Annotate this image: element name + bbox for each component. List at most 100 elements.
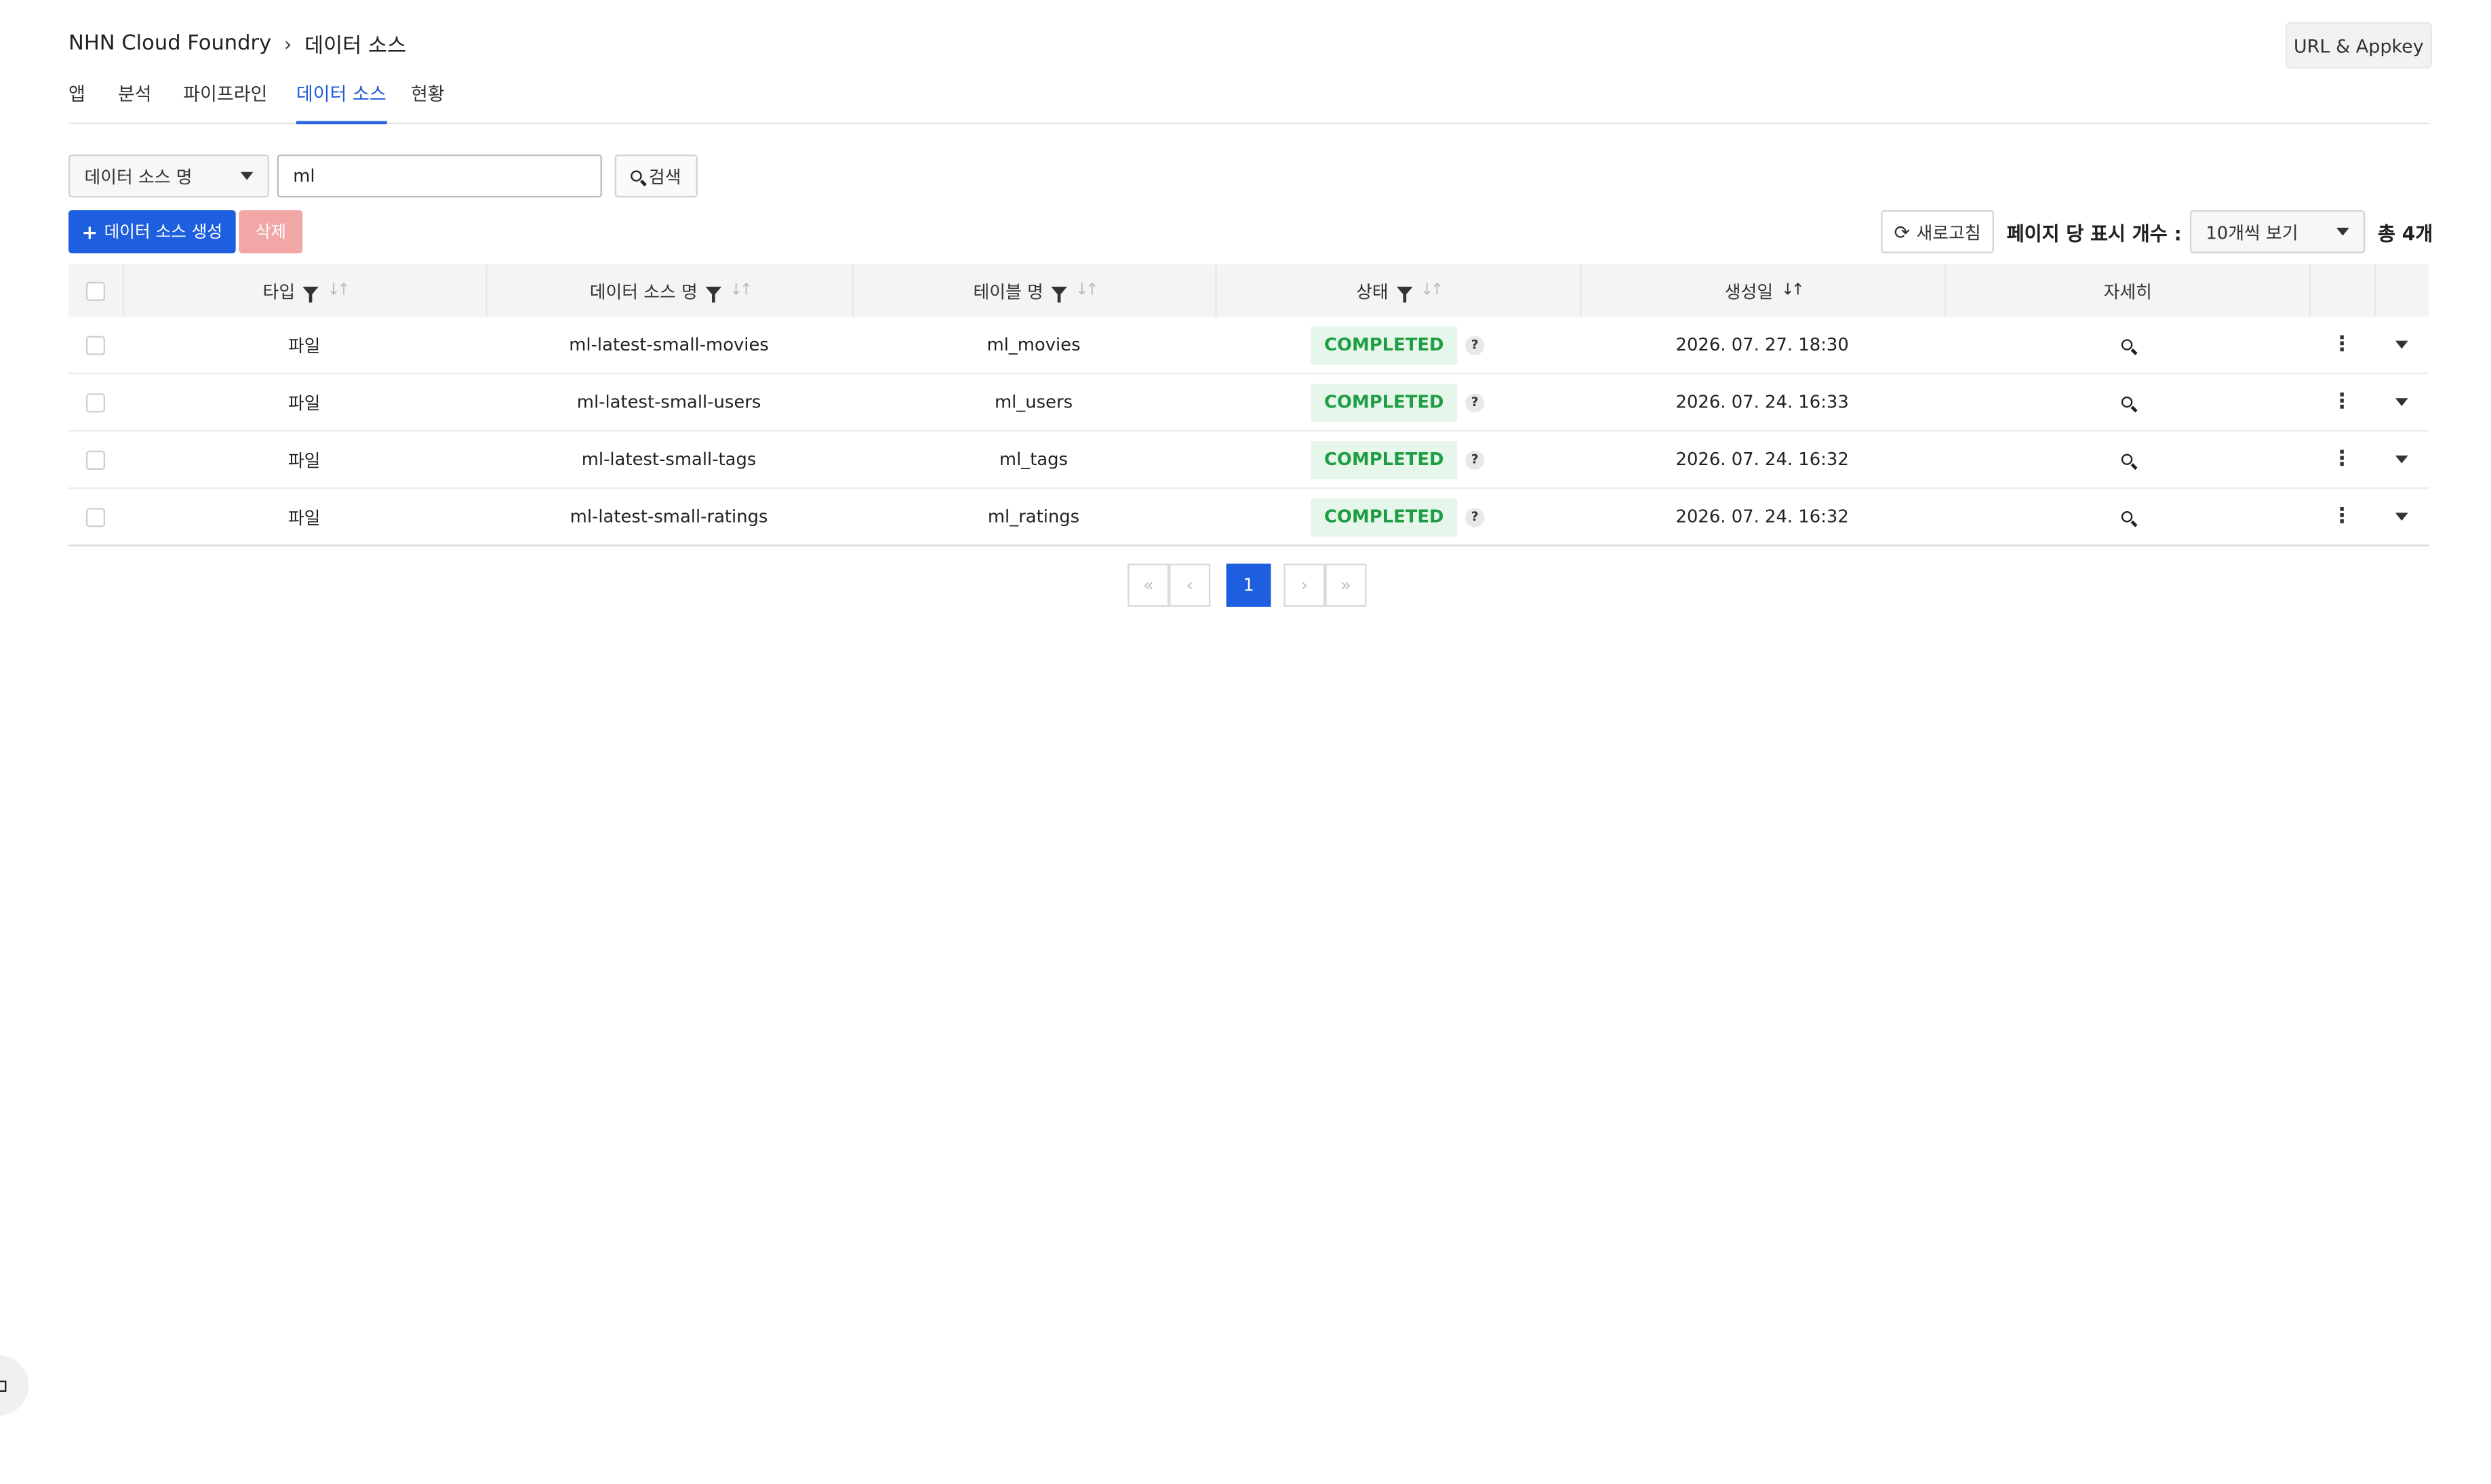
expand-row-icon[interactable] (2395, 398, 2408, 406)
more-options-icon[interactable]: ⋮ (2332, 334, 2353, 355)
help-icon[interactable]: ? (1465, 393, 1485, 412)
per-page-select[interactable]: 10개씩 보기 (2189, 210, 2366, 254)
detail-search-icon[interactable] (2121, 454, 2133, 465)
caret-down-icon (2336, 227, 2349, 236)
breadcrumb-root[interactable]: NHN Cloud Foundry (68, 32, 271, 56)
search-button[interactable]: 검색 (614, 154, 698, 198)
refresh-button-label: 새로고침 (1916, 222, 1981, 243)
expand-row-icon[interactable] (2395, 340, 2408, 349)
table-row[interactable]: 파일 ml-latest-small-users ml_users COMPLE… (68, 374, 2429, 432)
help-icon[interactable]: ? (1465, 507, 1485, 527)
header-status: 상태 ↓↑ (1215, 264, 1580, 317)
breadcrumb: NHN Cloud Foundry › 데이터 소스 (68, 28, 406, 59)
cell-name: ml-latest-small-ratings (570, 506, 768, 527)
page-title: 데이터 소스 (304, 35, 407, 59)
url-appkey-button[interactable]: URL & Appkey (2285, 22, 2432, 69)
header-created-label: 생성일 (1724, 281, 1774, 302)
cell-table-name: ml_tags (999, 449, 1069, 470)
filter-icon[interactable] (302, 285, 319, 302)
detail-search-icon[interactable] (2121, 511, 2133, 523)
detail-search-icon[interactable] (2121, 339, 2133, 350)
cell-type: 파일 (287, 393, 321, 414)
sort-icon[interactable]: ↓↑ (327, 282, 351, 300)
pagination-pages: 1 (1226, 563, 1271, 607)
tab-pipeline[interactable]: 파이프라인 (183, 81, 267, 121)
more-options-icon[interactable]: ⋮ (2332, 506, 2353, 527)
search-button-label: 검색 (648, 166, 681, 188)
sort-icon[interactable]: ↓↑ (1420, 282, 1444, 300)
cell-table-name: ml_movies (987, 334, 1081, 355)
pagination-next: › » (1283, 563, 1367, 607)
expand-row-icon[interactable] (2395, 513, 2408, 521)
header-actions (2309, 264, 2374, 317)
next-page-button[interactable]: › (1283, 563, 1326, 607)
header-type: 타입 ↓↑ (122, 264, 486, 317)
filter-icon[interactable] (705, 285, 722, 302)
sort-icon[interactable]: ↓↑ (730, 282, 753, 300)
search-input[interactable] (277, 154, 602, 198)
header-type-label: 타입 (262, 281, 296, 302)
per-page-label: 페이지 당 표시 개수 : (2006, 222, 2182, 245)
table-row[interactable]: 파일 ml-latest-small-ratings ml_ratings CO… (68, 489, 2429, 546)
cell-type: 파일 (287, 507, 321, 528)
sort-desc-icon[interactable]: ↓↑ (1781, 282, 1805, 300)
row-checkbox[interactable] (85, 507, 106, 527)
page-number-button[interactable]: 1 (1226, 563, 1271, 607)
header-status-label: 상태 (1356, 281, 1389, 302)
help-icon[interactable]: ? (1465, 449, 1485, 469)
cell-type: 파일 (287, 449, 321, 471)
tab-datasource[interactable]: 데이터 소스 (296, 81, 386, 125)
status-badge: COMPLETED (1311, 325, 1458, 364)
create-button-label: 데이터 소스 생성 (104, 222, 223, 243)
cell-table-name: ml_ratings (987, 506, 1080, 527)
per-page-value: 10개씩 보기 (2206, 222, 2298, 243)
table-row[interactable]: 파일 ml-latest-small-tags ml_tags COMPLETE… (68, 432, 2429, 489)
cell-type: 파일 (287, 335, 321, 357)
row-checkbox[interactable] (85, 449, 106, 469)
first-page-button[interactable]: « (1128, 563, 1170, 607)
header-detail-label: 자세히 (2103, 281, 2152, 302)
delete-button[interactable]: 삭제 (239, 210, 303, 254)
row-checkbox[interactable] (85, 393, 106, 412)
app-root: NHN Cloud Foundry › 데이터 소스 URL & Appkey … (0, 0, 2491, 1484)
total-count: 총 4개 (2378, 222, 2433, 245)
filter-icon[interactable] (1051, 285, 1068, 302)
header-name-label: 데이터 소스 명 (589, 281, 698, 302)
status-badge: COMPLETED (1311, 498, 1458, 536)
tab-app[interactable]: 앱 (68, 81, 85, 121)
more-options-icon[interactable]: ⋮ (2332, 392, 2353, 413)
tab-analysis[interactable]: 분석 (118, 81, 152, 121)
search-field-value: 데이터 소스 명 (84, 166, 193, 188)
cell-created: 2026. 07. 27. 18:30 (1675, 334, 1849, 355)
header-select-all (68, 264, 123, 317)
refresh-icon: ⟳ (1894, 220, 1911, 243)
help-icon[interactable]: ? (1465, 335, 1485, 355)
filter-icon[interactable] (1396, 285, 1412, 302)
tab-status[interactable]: 현황 (411, 81, 445, 121)
side-panel-toggle[interactable] (0, 1355, 29, 1416)
cell-name: ml-latest-small-tags (581, 449, 757, 470)
prev-page-button[interactable]: ‹ (1169, 563, 1211, 607)
table-row[interactable]: 파일 ml-latest-small-movies ml_movies COMP… (68, 317, 2429, 375)
pagination: « ‹ (1128, 563, 1211, 607)
last-page-button[interactable]: » (1325, 563, 1367, 607)
row-checkbox[interactable] (85, 335, 106, 355)
cell-created: 2026. 07. 24. 16:32 (1675, 506, 1849, 527)
more-options-icon[interactable]: ⋮ (2332, 449, 2353, 470)
search-field-select[interactable]: 데이터 소스 명 (68, 154, 269, 198)
sort-icon[interactable]: ↓↑ (1075, 282, 1099, 300)
expand-row-icon[interactable] (2395, 455, 2408, 464)
cell-created: 2026. 07. 24. 16:33 (1675, 391, 1849, 413)
panel-icon (0, 1380, 7, 1391)
plus-icon: + (81, 220, 98, 243)
detail-search-icon[interactable] (2121, 396, 2133, 408)
header-table-name-label: 테이블 명 (973, 281, 1043, 302)
chevron-right-icon: › (283, 33, 292, 56)
header-created: 생성일 ↓↑ (1580, 264, 1945, 317)
refresh-button[interactable]: ⟳ 새로고침 (1881, 210, 1994, 254)
select-all-checkbox[interactable] (85, 281, 106, 300)
create-datasource-button[interactable]: + 데이터 소스 생성 (68, 210, 236, 254)
cell-name: ml-latest-small-users (576, 391, 761, 413)
table-header: 타입 ↓↑ 데이터 소스 명 ↓↑ 테이블 명 ↓↑ 상태 ↓↑ 생성일 ↓↑ … (68, 264, 2429, 317)
tab-bar: 앱 분석 파이프라인 데이터 소스 현황 (68, 81, 2429, 125)
